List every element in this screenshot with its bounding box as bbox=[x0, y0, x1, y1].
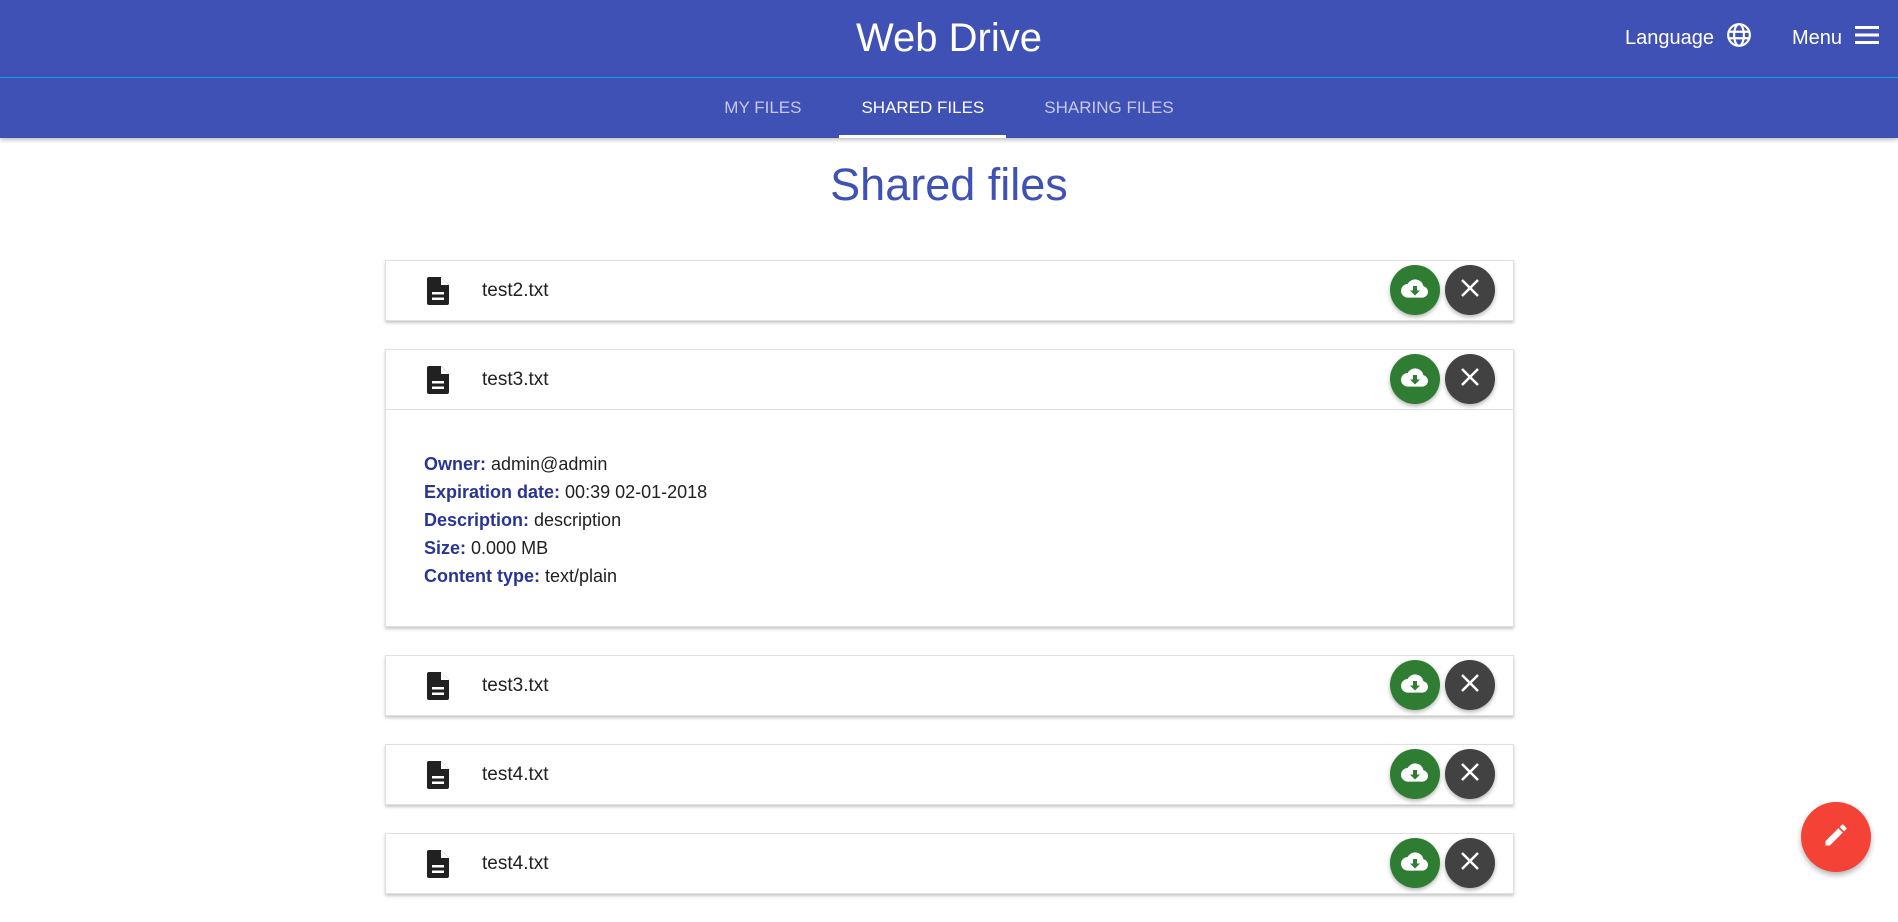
language-label: Language bbox=[1624, 26, 1714, 49]
download-button[interactable] bbox=[1390, 265, 1440, 315]
file-name: test2.txt bbox=[482, 279, 549, 301]
detail-size-label: Size: bbox=[424, 538, 467, 558]
file-document-icon bbox=[426, 849, 450, 878]
close-icon bbox=[1460, 851, 1480, 876]
remove-button[interactable] bbox=[1445, 354, 1495, 404]
tab-sharing-files[interactable]: SHARING FILES bbox=[1022, 78, 1195, 138]
detail-size: Size: 0.000 MB bbox=[424, 534, 1475, 562]
file-card-header-expanded[interactable]: test3.txt bbox=[386, 350, 1513, 409]
file-card: test2.txt bbox=[385, 260, 1514, 321]
close-icon bbox=[1460, 278, 1480, 303]
file-document-icon bbox=[426, 276, 450, 305]
language-button[interactable]: Language bbox=[1625, 22, 1752, 54]
cloud-download-icon bbox=[1400, 367, 1429, 392]
file-card-header[interactable]: test2.txt bbox=[386, 261, 1513, 320]
file-card-header[interactable]: test4.txt bbox=[386, 834, 1513, 893]
globe-icon bbox=[1726, 22, 1752, 54]
file-card: test4.txt bbox=[385, 833, 1514, 894]
file-list: test2.txt test3.txt Owner: admin@admin E… bbox=[385, 260, 1514, 922]
detail-expiration-date: Expiration date: 00:39 02-01-2018 bbox=[424, 478, 1475, 506]
file-name: test4.txt bbox=[482, 763, 549, 785]
file-name: test4.txt bbox=[482, 852, 549, 874]
file-actions bbox=[1390, 354, 1495, 404]
tab-my-files[interactable]: MY FILES bbox=[702, 78, 823, 138]
detail-expiration-date-value: 00:39 02-01-2018 bbox=[565, 482, 708, 502]
app-title: Web Drive bbox=[856, 16, 1042, 60]
app-bar-actions: Language Menu bbox=[1625, 22, 1880, 54]
file-actions bbox=[1390, 838, 1495, 888]
edit-fab-button[interactable] bbox=[1801, 802, 1871, 872]
file-document-icon bbox=[426, 760, 450, 789]
cloud-download-icon bbox=[1400, 762, 1429, 787]
file-card: test3.txt bbox=[385, 655, 1514, 716]
detail-content-type: Content type: text/plain bbox=[424, 562, 1475, 590]
detail-owner-value: admin@admin bbox=[491, 454, 608, 474]
file-actions bbox=[1390, 660, 1495, 710]
cloud-download-icon bbox=[1400, 278, 1429, 303]
tab-bar: MY FILES SHARED FILES SHARING FILES bbox=[0, 78, 1898, 138]
detail-owner-label: Owner: bbox=[424, 454, 487, 474]
cloud-download-icon bbox=[1400, 851, 1429, 876]
download-button[interactable] bbox=[1390, 749, 1440, 799]
detail-description-label: Description: bbox=[424, 510, 530, 530]
file-actions bbox=[1390, 749, 1495, 799]
detail-size-value: 0.000 MB bbox=[471, 538, 549, 558]
detail-content-type-value: text/plain bbox=[545, 566, 618, 586]
detail-owner: Owner: admin@admin bbox=[424, 450, 1475, 478]
file-name: test3.txt bbox=[482, 674, 549, 696]
file-card: test4.txt bbox=[385, 744, 1514, 805]
close-icon bbox=[1460, 367, 1480, 392]
file-name: test3.txt bbox=[482, 368, 549, 390]
download-button[interactable] bbox=[1390, 354, 1440, 404]
detail-expiration-date-label: Expiration date: bbox=[424, 482, 561, 502]
cloud-download-icon bbox=[1400, 673, 1429, 698]
file-card: test3.txt Owner: admin@admin Expiration d… bbox=[385, 349, 1514, 627]
file-card-header[interactable]: test4.txt bbox=[386, 745, 1513, 804]
file-card-header[interactable]: test3.txt bbox=[386, 656, 1513, 715]
pencil-icon bbox=[1822, 821, 1850, 854]
menu-button[interactable]: Menu bbox=[1792, 24, 1880, 52]
file-document-icon bbox=[426, 365, 450, 394]
page-title: Shared files bbox=[830, 159, 1068, 210]
detail-description-value: description bbox=[534, 510, 622, 530]
tab-shared-files[interactable]: SHARED FILES bbox=[839, 78, 1007, 138]
remove-button[interactable] bbox=[1445, 838, 1495, 888]
file-actions bbox=[1390, 265, 1495, 315]
remove-button[interactable] bbox=[1445, 265, 1495, 315]
app-bar: Web Drive Language Menu bbox=[0, 0, 1898, 78]
hamburger-menu-icon bbox=[1854, 24, 1880, 52]
download-button[interactable] bbox=[1390, 838, 1440, 888]
close-icon bbox=[1460, 762, 1480, 787]
remove-button[interactable] bbox=[1445, 749, 1495, 799]
detail-content-type-label: Content type: bbox=[424, 566, 540, 586]
download-button[interactable] bbox=[1390, 660, 1440, 710]
detail-description: Description: description bbox=[424, 506, 1475, 534]
file-details: Owner: admin@admin Expiration date: 00:39… bbox=[386, 409, 1513, 626]
menu-label: Menu bbox=[1791, 26, 1842, 49]
file-document-icon bbox=[426, 671, 450, 700]
remove-button[interactable] bbox=[1445, 660, 1495, 710]
close-icon bbox=[1460, 673, 1480, 698]
